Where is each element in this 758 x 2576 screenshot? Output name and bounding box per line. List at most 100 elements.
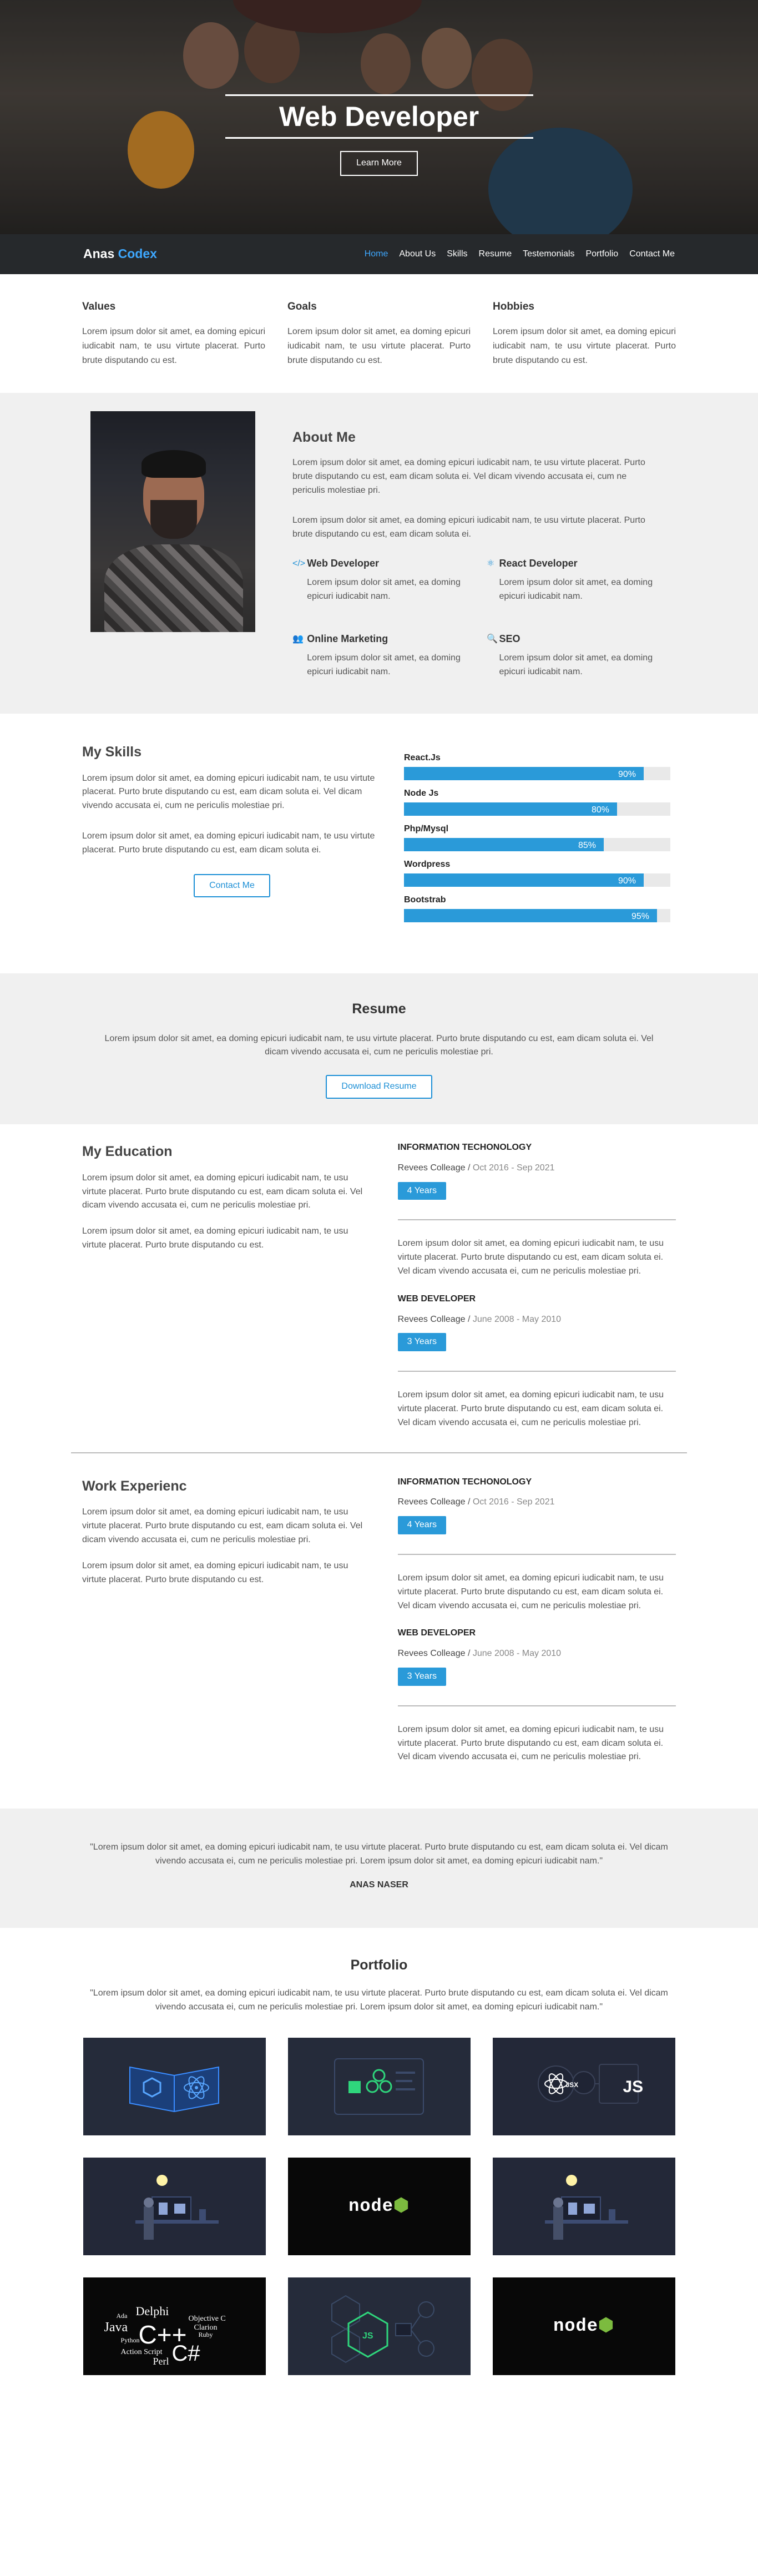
service-title: Web Developer: [307, 557, 379, 569]
dashboard-icon: [334, 2058, 424, 2115]
skills-section: My Skills Lorem ipsum dolor sit amet, ea…: [0, 714, 758, 973]
school-name: Revees Colleage: [397, 1497, 466, 1507]
values-section: Values Lorem ipsum dolor sit amet, ea do…: [0, 274, 758, 393]
nav-home[interactable]: Home: [365, 248, 388, 261]
brand-first: Anas: [83, 246, 115, 261]
portfolio-item-node-hex[interactable]: JS: [287, 2277, 471, 2375]
entry-text: Lorem ipsum dolor sit amet, ea doming ep…: [397, 1239, 664, 1276]
skill-name: React.Js: [404, 752, 441, 762]
node-dot: ⬢: [598, 2316, 614, 2337]
entry-school: Revees Colleage / Oct 2016 - Sep 2021: [397, 1497, 555, 1507]
node-text: node: [348, 2196, 393, 2217]
jsx-label: JSX: [565, 2080, 579, 2089]
portfolio-item-node-2[interactable]: node⬢: [492, 2277, 675, 2375]
portfolio-title: Portfolio: [350, 1957, 408, 1973]
entry-divider: [397, 1219, 676, 1221]
cloud-word: Ada: [116, 2311, 128, 2320]
contact-me-button[interactable]: Contact Me: [194, 873, 270, 898]
skill-percent: 90%: [618, 769, 636, 779]
skill-item: React.Js 90%: [404, 751, 670, 780]
entry-school: Revees Colleage / June 2008 - May 2010: [397, 1314, 562, 1324]
photo-shirt: [104, 544, 243, 633]
service-text: Lorem ipsum dolor sit amet, ea doming ep…: [499, 577, 653, 601]
service-title: SEO: [499, 633, 521, 645]
entry-school: Revees Colleage / Oct 2016 - Sep 2021: [397, 1163, 555, 1173]
photo-beard: [150, 500, 197, 539]
duration-badge: 3 Years: [397, 1668, 447, 1686]
node-dot: ⬢: [393, 2196, 410, 2217]
duration-badge: 4 Years: [397, 1516, 447, 1535]
hobbies-title: Hobbies: [493, 301, 534, 312]
skill-bar-track: 85%: [404, 837, 670, 851]
about-paragraph: Lorem ipsum dolor sit amet, ea doming ep…: [292, 516, 645, 539]
service-title: Online Marketing: [307, 633, 388, 645]
skills-title: My Skills: [82, 744, 142, 760]
portfolio-item-node-1[interactable]: node⬢: [287, 2157, 471, 2255]
skill-bar-track: 90%: [404, 873, 670, 887]
education-title: My Education: [82, 1144, 173, 1160]
cloud-word: Clarion: [194, 2323, 218, 2332]
portfolio-item-developer-desk[interactable]: [83, 2157, 266, 2255]
education-paragraph: Lorem ipsum dolor sit amet, ea doming ep…: [82, 1226, 348, 1250]
skill-item: Wordpress 90%: [404, 858, 670, 887]
skill-name: Node Js: [404, 788, 439, 798]
download-resume-button[interactable]: Download Resume: [326, 1075, 432, 1099]
work-entry: Information Techonology Revees Colleage …: [397, 1476, 676, 1613]
nodejs-logo: node⬢: [348, 2193, 410, 2220]
work-paragraph: Lorem ipsum dolor sit amet, ea doming ep…: [82, 1507, 363, 1544]
nav-portfolio[interactable]: Portfolio: [585, 248, 618, 261]
nav-testemonials[interactable]: Testemonials: [523, 248, 574, 261]
hero-title: Web Developer: [279, 101, 479, 132]
cloud-word: Python: [120, 2336, 140, 2344]
developer-desk-icon: [135, 2174, 219, 2240]
learn-more-button[interactable]: Learn More: [340, 151, 418, 176]
work-section: Work Experienc Lorem ipsum dolor sit ame…: [0, 1453, 758, 1809]
values-column: Values Lorem ipsum dolor sit amet, ea do…: [82, 299, 265, 367]
navbar: Anas Codex Home About Us Skills Resume T…: [0, 234, 758, 274]
education-entry: Information Techonology Revees Colleage …: [397, 1141, 676, 1279]
entry-text: Lorem ipsum dolor sit amet, ea doming ep…: [397, 1573, 664, 1610]
goals-text: Lorem ipsum dolor sit amet, ea doming ep…: [287, 327, 471, 365]
portfolio-section: Portfolio "Lorem ipsum dolor sit amet, e…: [0, 1928, 758, 2397]
portfolio-item-react-book[interactable]: [83, 2037, 266, 2135]
skill-bar-fill: 80%: [404, 802, 617, 816]
school-name: Revees Colleage: [397, 1163, 466, 1173]
values-title: Values: [82, 301, 116, 312]
portfolio-item-developer-desk-2[interactable]: [492, 2157, 675, 2255]
skill-item: Bootstrab 95%: [404, 893, 670, 922]
service-react-developer: ⚛ React Developer Lorem ipsum dolor sit a…: [487, 556, 653, 618]
nav-contact[interactable]: Contact Me: [629, 248, 675, 261]
entry-title: Web Developer: [397, 1628, 476, 1638]
react-icon: ⚛: [487, 558, 495, 568]
services-grid: </> Web Developer Lorem ipsum dolor sit a…: [292, 556, 653, 694]
skill-bar-fill: 95%: [404, 908, 657, 922]
goals-title: Goals: [287, 301, 317, 312]
skill-percent: 90%: [618, 876, 636, 886]
skill-bar-track: 95%: [404, 908, 670, 922]
nav-menu: Home About Us Skills Resume Testemonials…: [365, 248, 675, 261]
school-name: Revees Colleage: [397, 1649, 466, 1659]
education-entry: Web Developer Revees Colleage / June 200…: [397, 1292, 676, 1430]
service-text: Lorem ipsum dolor sit amet, ea doming ep…: [307, 577, 461, 601]
cloud-word: C#: [171, 2341, 200, 2366]
brand-logo[interactable]: Anas Codex: [83, 244, 157, 264]
testimonial-text: "Lorem ipsum dolor sit amet, ea doming e…: [90, 1842, 668, 1866]
nav-resume[interactable]: Resume: [479, 248, 512, 261]
skill-bar-fill: 90%: [404, 766, 644, 780]
portfolio-item-language-cloud[interactable]: Delphi Java C++ Objective C C# Python Ac…: [83, 2277, 266, 2375]
entry-text: Lorem ipsum dolor sit amet, ea doming ep…: [397, 1724, 664, 1762]
service-title: React Developer: [499, 557, 578, 569]
entry-dates: June 2008 - May 2010: [472, 1649, 562, 1659]
developer-desk-icon: [545, 2174, 628, 2240]
service-web-developer: </> Web Developer Lorem ipsum dolor sit a…: [292, 556, 487, 618]
nav-skills[interactable]: Skills: [447, 248, 467, 261]
skill-bar-track: 90%: [404, 766, 670, 780]
skill-item: Node Js 80%: [404, 787, 670, 816]
portfolio-item-react-jsx-js[interactable]: JSX JS: [492, 2037, 675, 2135]
portfolio-item-webpack[interactable]: [287, 2037, 471, 2135]
skill-name: Php/Mysql: [404, 824, 449, 834]
nav-about[interactable]: About Us: [399, 248, 436, 261]
skill-percent: 85%: [578, 840, 596, 850]
about-title: About Me: [292, 430, 356, 446]
node-hexagon-icon: JS: [331, 2295, 434, 2363]
